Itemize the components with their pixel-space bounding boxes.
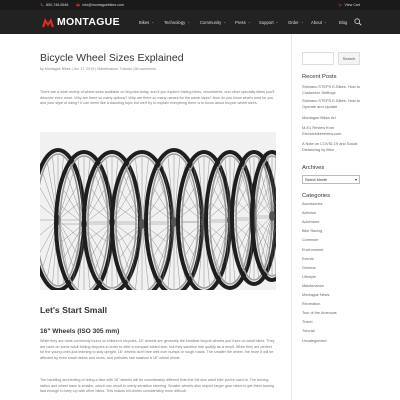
- search-icon[interactable]: [354, 18, 362, 26]
- category-link[interactable]: Accessories: [302, 202, 322, 206]
- nav-item-press[interactable]: Press ⌄: [235, 10, 251, 34]
- chevron-down-icon: ⌄: [323, 20, 327, 24]
- email-address: info@montaguebikes.com: [82, 3, 124, 7]
- category-link[interactable]: Environment: [302, 248, 323, 252]
- body-paragraph: The handling and feeling of riding a bik…: [40, 378, 275, 394]
- chevron-down-icon: ⌄: [151, 20, 155, 24]
- category-link[interactable]: Bike Racing: [302, 229, 322, 233]
- montague-m-logo-icon: [42, 18, 54, 27]
- wheels-illustration: [40, 132, 276, 290]
- phone-contact[interactable]: 800-746-5546: [40, 3, 68, 7]
- phone-icon: [40, 3, 44, 7]
- nav-label: Press: [235, 19, 246, 25]
- section-heading: Let's Start Small: [40, 305, 107, 315]
- phone-number: 800-746-5546: [46, 3, 69, 7]
- recent-post-link[interactable]: Montague Bikes Art: [302, 115, 362, 121]
- nav-label: Blog: [339, 19, 348, 25]
- select-value: Select Month: [305, 177, 328, 182]
- recent-post-link[interactable]: A Note on COVID-19 and Social Distancing…: [302, 141, 362, 152]
- category-link[interactable]: Commute: [302, 238, 318, 242]
- nav-item-support[interactable]: Support ⌄: [259, 10, 279, 34]
- bicycle-wheels-photo: [40, 132, 276, 290]
- category-link[interactable]: Montague News: [302, 293, 329, 297]
- nav-label: Bikes: [139, 19, 150, 25]
- sidebar-divider: [291, 34, 292, 400]
- nav-item-about[interactable]: About ⌄: [311, 10, 327, 34]
- email-icon: [76, 3, 81, 7]
- category-link[interactable]: Tour of the Americas: [302, 311, 337, 315]
- cart-icon: [338, 3, 343, 7]
- category-link[interactable]: Uncategorized: [302, 339, 326, 343]
- recent-post-link[interactable]: Shimano STEPS E-Bikes: How to Operate an…: [302, 98, 362, 109]
- logo-text: MONTAGUE: [57, 16, 120, 28]
- chevron-down-icon: ▾: [354, 177, 357, 182]
- nav-item-order[interactable]: Order ⌄: [288, 10, 304, 34]
- site-logo[interactable]: MONTAGUE: [42, 16, 120, 28]
- nav-label: Community: [200, 19, 222, 25]
- recent-post-link[interactable]: M-E1 Review from Electricbikereview.com: [302, 125, 362, 136]
- cart-label: View Cart: [344, 3, 360, 7]
- archives-heading: Archives: [302, 165, 325, 171]
- categories-heading: Categories: [302, 193, 331, 199]
- nav-item-bikes[interactable]: Bikes ⌄: [139, 10, 154, 34]
- category-link[interactable]: Travel: [302, 320, 312, 324]
- top-bar: 800-746-5546 info@montaguebikes.com View…: [0, 0, 400, 10]
- category-link[interactable]: Activism: [302, 211, 316, 215]
- chevron-down-icon: ⌄: [300, 20, 304, 24]
- chevron-down-icon: ⌄: [275, 20, 279, 24]
- chevron-down-icon: ⌄: [187, 20, 191, 24]
- nav-item-technology[interactable]: Technology ⌄: [164, 10, 190, 34]
- post-intro: There are a wide variety of wheel sizes …: [40, 90, 275, 106]
- nav-label: Support: [259, 19, 274, 25]
- nav-item-blog[interactable]: Blog: [339, 10, 347, 34]
- main-header: MONTAGUE Bikes ⌄ Technology ⌄ Community ⌄ P…: [0, 10, 400, 34]
- category-link[interactable]: Lifestyle: [302, 275, 316, 279]
- nav-label: About: [311, 19, 322, 25]
- category-link[interactable]: Events: [302, 257, 314, 261]
- body-paragraph: While they are most commonly found on ch…: [40, 339, 275, 360]
- nav-label: Order: [288, 19, 299, 25]
- category-link[interactable]: Maintenance: [302, 284, 324, 288]
- category-link[interactable]: Adventure: [302, 220, 319, 224]
- nav-item-community[interactable]: Community ⌄: [200, 10, 226, 34]
- hub: [269, 211, 275, 221]
- category-link[interactable]: General: [302, 266, 316, 270]
- view-cart-link[interactable]: View Cart: [338, 0, 360, 10]
- nav-label: Technology: [164, 19, 186, 25]
- chevron-down-icon: ⌄: [223, 20, 227, 24]
- recent-post-link[interactable]: Shimano STEPS E-Bikes: How to Customize …: [302, 84, 362, 95]
- sidebar-search-input[interactable]: [302, 52, 334, 65]
- post-meta: by Montague Bikes | Jun 17, 2019 | Maint…: [40, 67, 157, 71]
- subheading: 16" Wheels (ISO 305 mm): [40, 328, 120, 335]
- archives-select[interactable]: Select Month ▾: [302, 175, 360, 184]
- recent-posts-heading: Recent Posts: [302, 74, 337, 80]
- category-link[interactable]: Tutorial: [302, 329, 315, 333]
- sidebar-search-button[interactable]: Search: [338, 52, 360, 65]
- category-link[interactable]: Recreation: [302, 302, 320, 306]
- email-contact[interactable]: info@montaguebikes.com: [76, 3, 124, 7]
- post-title: Bicycle Wheel Sizes Explained: [40, 52, 184, 64]
- chevron-down-icon: ⌄: [247, 20, 251, 24]
